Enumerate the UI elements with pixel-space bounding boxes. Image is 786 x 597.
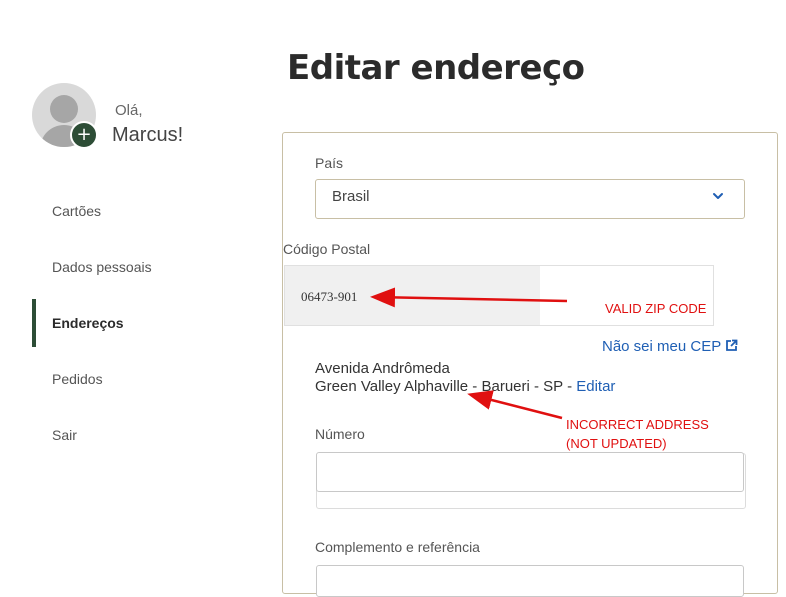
user-name: Marcus! (112, 124, 184, 146)
sidebar-item-sair[interactable]: Sair (52, 427, 77, 443)
zip-annotation: VALID ZIP CODE (605, 301, 707, 316)
zip-input[interactable]: 06473-901 (284, 265, 714, 326)
unknown-zip-link-label: Não sei meu CEP (602, 338, 722, 355)
page-title: Editar endereço (287, 48, 585, 88)
address-neighborhood-city: Green Valley Alphaville - Barueri - SP - (315, 378, 577, 395)
zip-label: Código Postal (283, 241, 371, 257)
edit-address-link[interactable]: Editar (576, 378, 615, 395)
unknown-zip-link[interactable]: Não sei meu CEP (602, 338, 738, 355)
address-street: Avenida Andrômeda (315, 360, 450, 377)
address-annotation-line1: INCORRECT ADDRESS (566, 417, 709, 432)
external-link-icon (726, 339, 738, 351)
active-nav-indicator (32, 299, 36, 347)
country-selected-value: Brasil (332, 188, 370, 205)
number-label: Número (315, 426, 365, 442)
sidebar-item-cartoes[interactable]: Cartões (52, 203, 101, 219)
sidebar-item-pedidos[interactable]: Pedidos (52, 371, 103, 387)
complement-field[interactable] (316, 565, 744, 597)
greeting-text: Olá, (115, 102, 143, 119)
number-field[interactable] (316, 452, 744, 492)
chevron-down-icon (713, 193, 723, 199)
address-annotation-line2: (NOT UPDATED) (566, 436, 667, 451)
avatar: + (32, 83, 98, 149)
sidebar-item-enderecos[interactable]: Endereços (52, 315, 124, 331)
zip-value: 06473-901 (301, 289, 358, 304)
sidebar-item-dados-pessoais[interactable]: Dados pessoais (52, 259, 152, 275)
address-details: Green Valley Alphaville - Barueri - SP -… (315, 378, 615, 395)
country-label: País (315, 155, 344, 171)
add-photo-icon[interactable]: + (70, 121, 98, 149)
complement-label: Complemento e referência (315, 539, 480, 555)
country-select[interactable]: Brasil (315, 179, 745, 219)
